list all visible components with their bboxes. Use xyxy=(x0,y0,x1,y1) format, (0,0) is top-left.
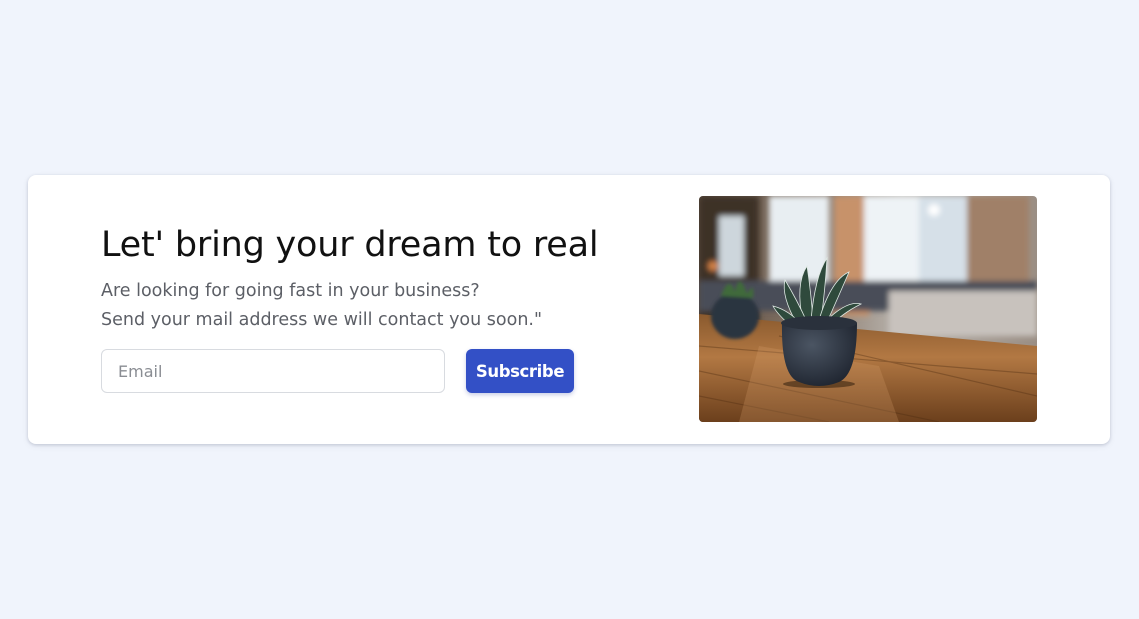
subscribe-content: Let' bring your dream to real Are lookin… xyxy=(101,223,661,393)
subscribe-card: Let' bring your dream to real Are lookin… xyxy=(28,175,1110,444)
subscribe-button[interactable]: Subscribe xyxy=(466,349,574,393)
banner-description: Are looking for going fast in your busin… xyxy=(101,277,661,335)
subscribe-form: Subscribe xyxy=(101,349,661,393)
description-line-2: Send your mail address we will contact y… xyxy=(101,310,543,330)
banner-title: Let' bring your dream to real xyxy=(101,225,599,265)
email-input[interactable] xyxy=(101,349,445,393)
office-plant-photo xyxy=(699,196,1037,422)
description-line-1: Are looking for going fast in your busin… xyxy=(101,281,480,301)
